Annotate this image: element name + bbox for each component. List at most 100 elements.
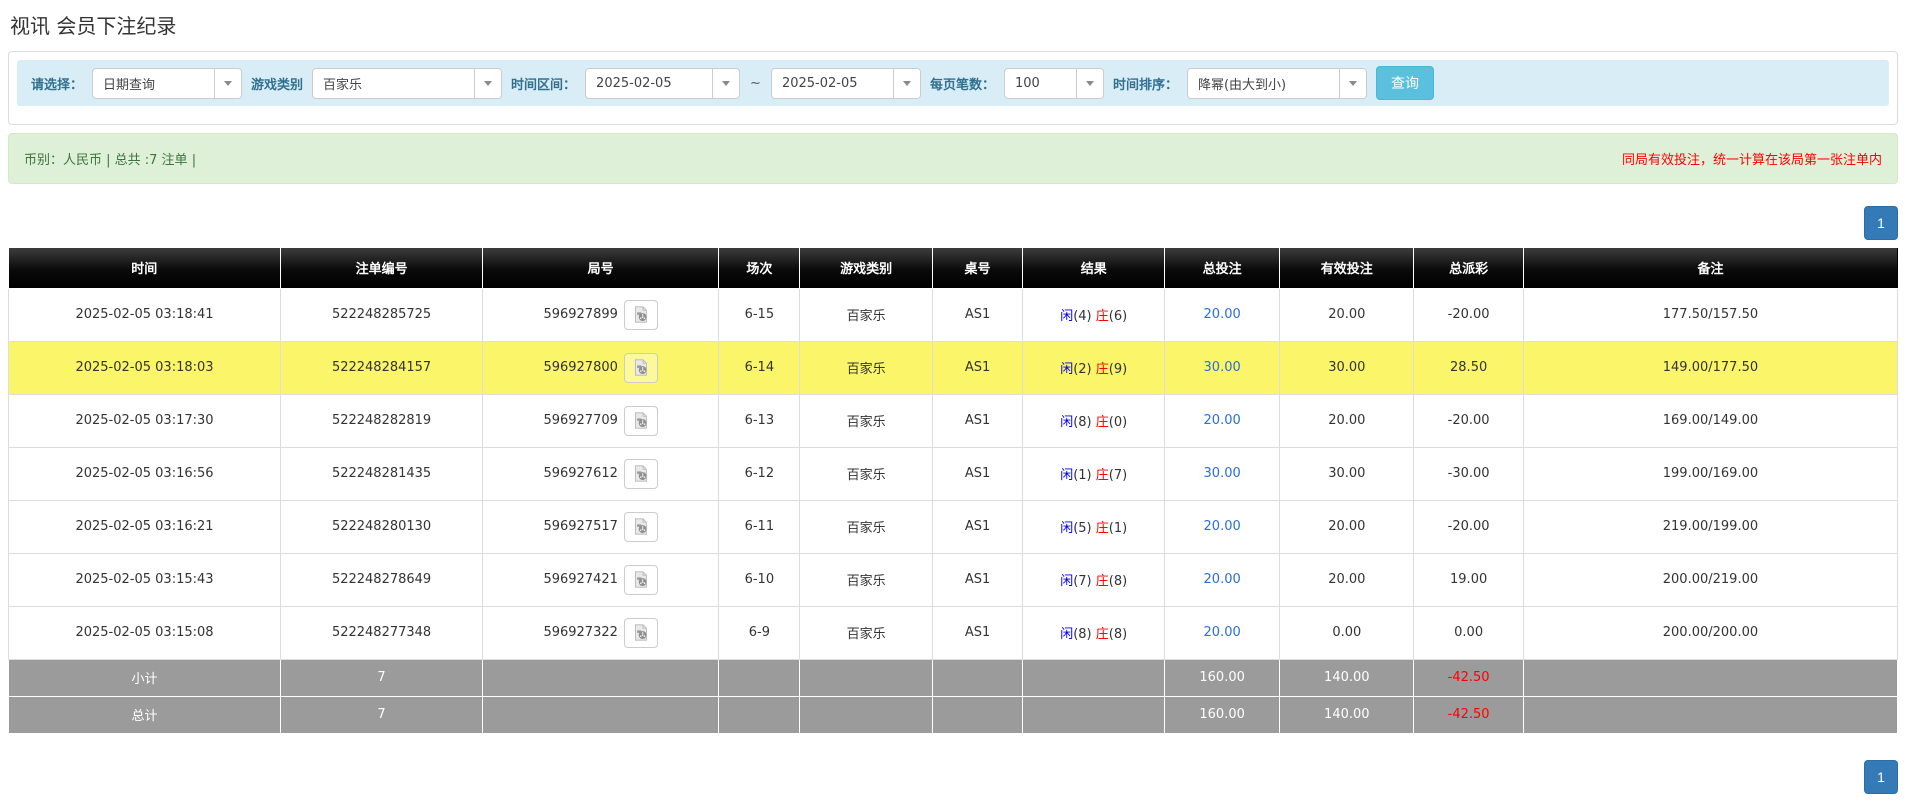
filter-panel: 请选择： 日期查询 游戏类别 百家乐 时间区间： 2025-02-05 ~ 20… — [8, 51, 1898, 125]
session-number: 6-12 — [719, 447, 800, 500]
payout: 19.00 — [1414, 553, 1524, 606]
query-type-label: 请选择： — [31, 74, 83, 93]
bet-time: 2025-02-05 03:15:08 — [9, 606, 281, 659]
player-score: (4) — [1073, 309, 1091, 324]
total-label: 总计 — [9, 696, 281, 733]
chevron-down-icon[interactable] — [712, 69, 739, 98]
video-record-icon — [632, 359, 649, 376]
game-type-value: 百家乐 — [313, 69, 474, 98]
sort-order-select[interactable]: 降幂(由大到小) — [1187, 68, 1367, 99]
remark: 149.00/177.50 — [1523, 341, 1897, 394]
column-header: 注单编号 — [281, 248, 483, 288]
chevron-down-icon[interactable] — [214, 69, 241, 98]
player-score: (1) — [1073, 468, 1091, 483]
player-label: 闲 — [1060, 415, 1073, 430]
table-number: AS1 — [932, 341, 1023, 394]
summary-rows: 小计 7 160.00 140.00 -42.50 总计 7 160.00 14… — [9, 659, 1898, 733]
chevron-down-icon[interactable] — [893, 69, 920, 98]
total-bet-link[interactable]: 20.00 — [1204, 625, 1241, 640]
query-type-select[interactable]: 日期查询 — [92, 68, 242, 99]
valid-bet: 30.00 — [1280, 341, 1414, 394]
total-bet-cell: 20.00 — [1165, 606, 1280, 659]
range-separator: ~ — [749, 76, 762, 91]
game-type: 百家乐 — [800, 500, 932, 553]
column-header: 总投注 — [1165, 248, 1280, 288]
total-bet-cell: 20.00 — [1165, 553, 1280, 606]
player-label: 闲 — [1060, 627, 1073, 642]
date-to-select[interactable]: 2025-02-05 — [771, 68, 921, 99]
total-total-bet: 160.00 — [1165, 696, 1280, 733]
game-type-label: 游戏类别 — [251, 74, 303, 93]
video-record-button[interactable] — [624, 353, 658, 383]
subtotal-count: 7 — [281, 659, 483, 696]
bet-id: 522248285725 — [281, 288, 483, 341]
video-record-button[interactable] — [624, 300, 658, 330]
remark: 219.00/199.00 — [1523, 500, 1897, 553]
total-bet-cell: 20.00 — [1165, 394, 1280, 447]
bet-id: 522248278649 — [281, 553, 483, 606]
search-button[interactable]: 查询 — [1376, 66, 1434, 100]
total-bet-link[interactable]: 20.00 — [1204, 519, 1241, 534]
date-to-value: 2025-02-05 — [772, 69, 893, 98]
total-bet-link[interactable]: 30.00 — [1204, 466, 1241, 481]
chevron-down-icon[interactable] — [1076, 69, 1103, 98]
total-bet-cell: 30.00 — [1165, 341, 1280, 394]
date-from-value: 2025-02-05 — [586, 69, 712, 98]
table-number: AS1 — [932, 500, 1023, 553]
chevron-down-icon[interactable] — [474, 69, 501, 98]
bet-time: 2025-02-05 03:18:41 — [9, 288, 281, 341]
table-row: 2025-02-05 03:18:03 522248284157 5969278… — [9, 341, 1898, 394]
page-size-value: 100 — [1005, 69, 1076, 98]
table-number: AS1 — [932, 447, 1023, 500]
total-bet-cell: 20.00 — [1165, 500, 1280, 553]
page-size-label: 每页笔数： — [930, 74, 995, 93]
player-label: 闲 — [1060, 468, 1073, 483]
video-record-button[interactable] — [624, 618, 658, 648]
valid-bet: 20.00 — [1280, 500, 1414, 553]
video-record-button[interactable] — [624, 565, 658, 595]
bet-id: 522248277348 — [281, 606, 483, 659]
time-range-label: 时间区间： — [511, 74, 576, 93]
column-header: 局号 — [483, 248, 719, 288]
page-1-button[interactable]: 1 — [1864, 206, 1898, 240]
table-row: 2025-02-05 03:16:56 522248281435 5969276… — [9, 447, 1898, 500]
subtotal-total-bet: 160.00 — [1165, 659, 1280, 696]
table-row: 2025-02-05 03:17:30 522248282819 5969277… — [9, 394, 1898, 447]
round-id: 596927899 — [543, 307, 617, 322]
video-record-button[interactable] — [624, 512, 658, 542]
bet-id: 522248281435 — [281, 447, 483, 500]
video-record-button[interactable] — [624, 406, 658, 436]
player-score: (8) — [1073, 627, 1091, 642]
column-header: 有效投注 — [1280, 248, 1414, 288]
total-bet-link[interactable]: 20.00 — [1204, 413, 1241, 428]
player-label: 闲 — [1060, 574, 1073, 589]
total-bet-link[interactable]: 30.00 — [1204, 360, 1241, 375]
banker-label: 庄 — [1096, 362, 1109, 377]
table-row: 2025-02-05 03:15:43 522248278649 5969274… — [9, 553, 1898, 606]
page-1-button[interactable]: 1 — [1864, 760, 1898, 794]
remark: 169.00/149.00 — [1523, 394, 1897, 447]
game-type: 百家乐 — [800, 341, 932, 394]
total-bet-link[interactable]: 20.00 — [1204, 307, 1241, 322]
table-number: AS1 — [932, 606, 1023, 659]
video-record-button[interactable] — [624, 459, 658, 489]
banker-label: 庄 — [1096, 574, 1109, 589]
banker-label: 庄 — [1096, 415, 1109, 430]
total-bet-cell: 30.00 — [1165, 447, 1280, 500]
remark: 200.00/200.00 — [1523, 606, 1897, 659]
table-number: AS1 — [932, 553, 1023, 606]
banker-score: (7) — [1109, 468, 1127, 483]
column-header: 桌号 — [932, 248, 1023, 288]
banker-label: 庄 — [1096, 468, 1109, 483]
session-number: 6-10 — [719, 553, 800, 606]
date-from-select[interactable]: 2025-02-05 — [585, 68, 740, 99]
page-size-select[interactable]: 100 — [1004, 68, 1104, 99]
game-result: 闲(7) 庄(8) — [1023, 553, 1165, 606]
total-count: 7 — [281, 696, 483, 733]
bet-time: 2025-02-05 03:18:03 — [9, 341, 281, 394]
summary-bar: 币别：人民币 | 总共 :7 注单 | 同局有效投注，统一计算在该局第一张注单内 — [8, 133, 1898, 184]
chevron-down-icon[interactable] — [1339, 69, 1366, 98]
total-bet-link[interactable]: 20.00 — [1204, 572, 1241, 587]
game-type-select[interactable]: 百家乐 — [312, 68, 502, 99]
total-valid-bet: 140.00 — [1280, 696, 1414, 733]
